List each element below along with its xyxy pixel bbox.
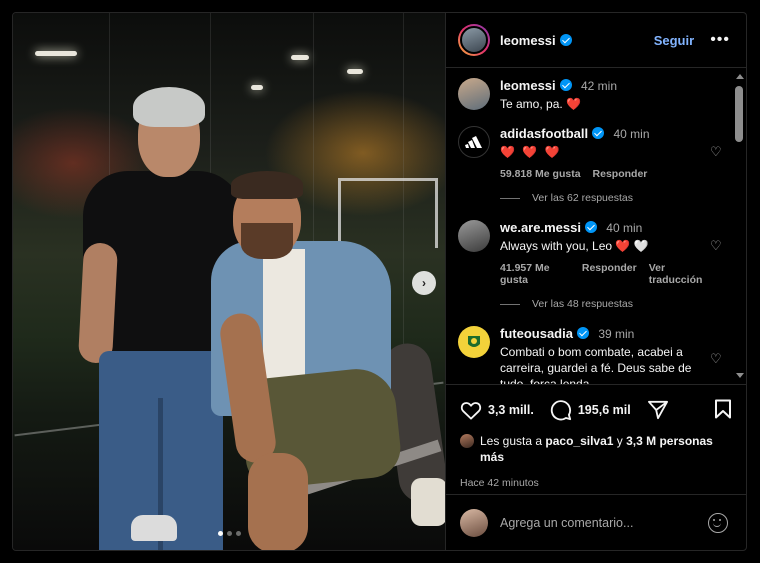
more-options-icon[interactable]: ••• [710, 31, 730, 49]
post-panel: leomessi Seguir ••• leomessi 42 min Te a… [445, 13, 746, 550]
author-username[interactable]: leomessi [500, 33, 556, 48]
comment-bubble-icon [550, 400, 571, 421]
comment-username[interactable]: futeousadia [500, 326, 573, 341]
liked-by-others[interactable]: 3,3 M personas [626, 434, 713, 448]
bookmark-icon [715, 399, 731, 418]
post-timestamp[interactable]: Hace 42 minutos [460, 477, 732, 489]
view-replies-label: Ver las 48 respuestas [532, 298, 633, 310]
avatar[interactable] [458, 326, 490, 358]
verified-icon [559, 33, 572, 46]
view-replies-button[interactable]: Ver las 62 respuestas [500, 192, 746, 204]
futeousadia-logo-icon [468, 336, 480, 347]
carousel-dot [235, 531, 241, 536]
comment-item: futeousadia 39 min Combati o bom combate… [458, 326, 746, 384]
comment-username[interactable]: adidasfootball [500, 126, 588, 141]
post-actions: 3,3 mill. 195,6 mil Les gusta a paco_sil… [446, 384, 746, 494]
comment-time[interactable]: 40 min [606, 221, 642, 235]
comment-text: Always with you, Leo ❤️ 🤍 [500, 239, 649, 253]
liked-by-user[interactable]: paco_silva1 [545, 434, 613, 448]
liked-by-others-suffix[interactable]: más [480, 450, 504, 464]
view-replies-label: Ver las 62 respuestas [532, 192, 633, 204]
comment-username[interactable]: we.are.messi [500, 220, 581, 235]
current-user-avatar [460, 508, 488, 537]
carousel-dot [217, 531, 223, 536]
reply-button[interactable]: Responder [593, 168, 648, 180]
avatar[interactable] [458, 78, 490, 110]
comment-button[interactable]: 195,6 mil [550, 399, 631, 421]
caption-time[interactable]: 42 min [581, 79, 617, 93]
comments-count[interactable]: 195,6 mil [578, 403, 631, 417]
like-comment-heart-icon[interactable]: ♡ [710, 145, 724, 158]
comments-list[interactable]: leomessi 42 min Te amo, pa. ❤️ adidasfoo… [446, 68, 746, 384]
comment-likes[interactable]: 59.818 Me gusta [500, 168, 581, 180]
comment-item: adidasfootball 40 min ❤️ ❤️ ❤️ 59.818 Me… [458, 126, 746, 180]
caption-username[interactable]: leomessi [500, 78, 556, 93]
comments-scrollbar[interactable] [734, 74, 744, 378]
adidas-logo-icon [465, 136, 482, 148]
caption-text: Te amo, pa. ❤️ [500, 97, 581, 111]
comment-item: we.are.messi 40 min Always with you, Leo… [458, 220, 746, 286]
avatar[interactable] [458, 220, 490, 252]
comment-likes[interactable]: 41.957 Me gusta [500, 262, 570, 286]
verified-icon [559, 79, 572, 91]
heart-icon [460, 402, 482, 420]
translate-button[interactable]: Ver traducción [649, 262, 712, 286]
post-modal: › leomessi Seguir ••• leomessi 42 min Te… [12, 12, 747, 551]
chevron-right-icon: › [422, 276, 426, 290]
comment-text: ❤️ ❤️ ❤️ [500, 145, 562, 159]
save-button[interactable] [714, 399, 732, 422]
send-icon [647, 400, 668, 420]
follow-button[interactable]: Seguir [654, 33, 694, 48]
comment-time[interactable]: 40 min [613, 127, 649, 141]
share-button[interactable] [647, 400, 669, 420]
avatar[interactable] [458, 126, 490, 158]
post-photo[interactable]: › [13, 13, 445, 550]
like-comment-heart-icon[interactable]: ♡ [710, 352, 724, 365]
scroll-down-arrow-icon[interactable] [736, 373, 744, 378]
comment-input[interactable] [500, 515, 696, 530]
verified-icon [592, 127, 605, 139]
verified-icon [576, 327, 589, 339]
emoji-icon[interactable] [708, 512, 728, 533]
comment-composer [446, 494, 746, 550]
post-header: leomessi Seguir ••• [446, 13, 746, 68]
comment-time[interactable]: 39 min [598, 327, 634, 341]
verified-icon [584, 221, 597, 233]
view-replies-button[interactable]: Ver las 48 respuestas [500, 298, 746, 310]
scroll-thumb[interactable] [735, 86, 743, 142]
carousel-indicator [13, 531, 445, 536]
reply-button[interactable]: Responder [582, 262, 637, 286]
avatar[interactable] [460, 434, 474, 448]
like-comment-heart-icon[interactable]: ♡ [710, 239, 724, 252]
next-image-button[interactable]: › [412, 271, 436, 295]
caption: leomessi 42 min Te amo, pa. ❤️ [458, 78, 746, 112]
comment-text: Combati o bom combate, acabei a carreira… [500, 345, 692, 384]
like-button[interactable]: 3,3 mill. [460, 400, 534, 420]
liked-by: Les gusta a paco_silva1 y 3,3 M personas… [460, 433, 732, 465]
scroll-up-arrow-icon[interactable] [736, 74, 744, 79]
author-avatar[interactable] [458, 24, 490, 56]
likes-count[interactable]: 3,3 mill. [488, 403, 534, 417]
carousel-dot [226, 531, 232, 536]
